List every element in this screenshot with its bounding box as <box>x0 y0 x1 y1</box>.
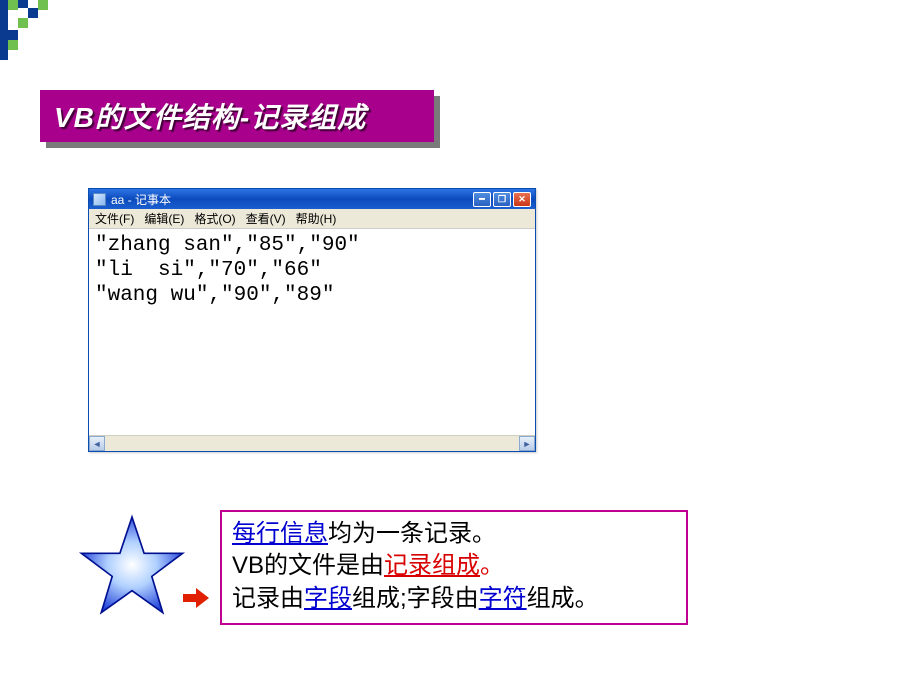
explanation-line-1: 每行信息均为一条记录。 <box>232 518 676 550</box>
notepad-menubar: 文件(F) 编辑(E) 格式(O) 查看(V) 帮助(H) <box>89 209 535 229</box>
keyword-char: 字符 <box>479 585 527 612</box>
notepad-window: aa - 记事本 ━ ❐ ✕ 文件(F) 编辑(E) 格式(O) 查看(V) 帮… <box>88 188 536 452</box>
keyword-row-info: 每行信息 <box>232 520 328 547</box>
menu-help[interactable]: 帮助(H) <box>296 210 337 227</box>
menu-edit[interactable]: 编辑(E) <box>144 210 184 227</box>
title-bar: VB的文件结构-记录组成 <box>40 90 434 142</box>
keyword-field: 字段 <box>304 585 352 612</box>
notepad-window-title: aa - 记事本 <box>111 191 171 208</box>
scroll-left-icon[interactable]: ◄ <box>89 436 105 451</box>
maximize-button[interactable]: ❐ <box>493 192 511 207</box>
arrow-right-icon <box>183 588 209 608</box>
window-controls: ━ ❐ ✕ <box>473 192 531 207</box>
horizontal-scrollbar[interactable]: ◄ ► <box>89 435 535 451</box>
star-icon <box>77 510 187 623</box>
notepad-textarea[interactable]: "zhang san","85","90" "li si","70","66" … <box>89 229 535 435</box>
menu-file[interactable]: 文件(F) <box>95 210 134 227</box>
scroll-track[interactable] <box>105 436 519 451</box>
keyword-record: 记录组成 <box>384 552 480 579</box>
scroll-right-icon[interactable]: ► <box>519 436 535 451</box>
menu-format[interactable]: 格式(O) <box>194 210 235 227</box>
notepad-titlebar[interactable]: aa - 记事本 ━ ❐ ✕ <box>89 189 535 209</box>
slide-title-block: VB的文件结构-记录组成 <box>40 90 434 142</box>
minimize-button[interactable]: ━ <box>473 192 491 207</box>
slide-title: VB的文件结构-记录组成 <box>54 96 366 136</box>
explanation-line-3: 记录由字段组成;字段由字符组成。 <box>232 583 676 615</box>
corner-decoration <box>0 0 60 60</box>
notepad-icon <box>93 193 106 206</box>
explanation-box: 每行信息均为一条记录。 VB的文件是由记录组成。 记录由字段组成;字段由字符组成… <box>220 510 688 625</box>
menu-view[interactable]: 查看(V) <box>246 210 286 227</box>
close-button[interactable]: ✕ <box>513 192 531 207</box>
explanation-line-2: VB的文件是由记录组成。 <box>232 550 676 582</box>
